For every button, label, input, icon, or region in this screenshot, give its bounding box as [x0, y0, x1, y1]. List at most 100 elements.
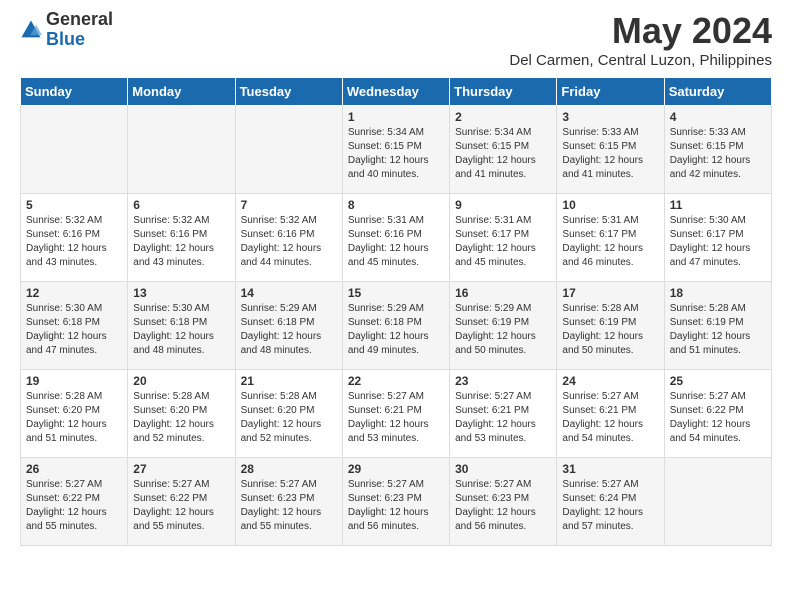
calendar-cell-w1-d0: [21, 106, 128, 194]
calendar-cell-w1-d1: [128, 106, 235, 194]
calendar-cell-w2-d1: 6 Sunrise: 5:32 AMSunset: 6:16 PMDaylight…: [128, 194, 235, 282]
calendar-cell-w3-d6: 18Sunrise: 5:28 AMSunset: 6:19 PMDayligh…: [664, 282, 771, 370]
day-number: 21: [241, 374, 337, 388]
day-info: Sunrise: 5:27 AMSunset: 6:23 PMDaylight:…: [348, 478, 444, 534]
day-number: 12: [26, 286, 122, 300]
calendar-cell-w2-d2: 7Sunrise: 5:32 AMSunset: 6:16 PMDaylight…: [235, 194, 342, 282]
calendar-cell-w1-d2: [235, 106, 342, 194]
header-sunday: Sunday: [21, 78, 128, 106]
day-info: Sunrise: 5:33 AMSunset: 6:15 PMDaylight:…: [670, 126, 766, 182]
week-row-1: 1 Sunrise: 5:34 AMSunset: 6:15 PMDaylight…: [21, 106, 772, 194]
calendar-cell-w3-d3: 15Sunrise: 5:29 AMSunset: 6:18 PMDayligh…: [342, 282, 449, 370]
title-section: May 2024 Del Carmen, Central Luzon, Phil…: [509, 10, 772, 69]
calendar-cell-w4-d4: 23Sunrise: 5:27 AMSunset: 6:21 PMDayligh…: [450, 370, 557, 458]
calendar-cell-w1-d6: 4Sunrise: 5:33 AMSunset: 6:15 PMDaylight…: [664, 106, 771, 194]
calendar-cell-w3-d5: 17Sunrise: 5:28 AMSunset: 6:19 PMDayligh…: [557, 282, 664, 370]
day-info: Sunrise: 5:27 AMSunset: 6:21 PMDaylight:…: [348, 390, 444, 446]
day-number: 20: [133, 374, 229, 388]
day-number: 13: [133, 286, 229, 300]
day-number: 9: [455, 198, 551, 212]
day-info: Sunrise: 5:30 AMSunset: 6:18 PMDaylight:…: [26, 302, 122, 358]
day-number: 25: [670, 374, 766, 388]
calendar-cell-w2-d5: 10Sunrise: 5:31 AMSunset: 6:17 PMDayligh…: [557, 194, 664, 282]
day-number: 26: [26, 462, 122, 476]
day-number: 18: [670, 286, 766, 300]
day-number: 16: [455, 286, 551, 300]
calendar-cell-w4-d0: 19Sunrise: 5:28 AMSunset: 6:20 PMDayligh…: [21, 370, 128, 458]
day-info: Sunrise: 5:27 AMSunset: 6:24 PMDaylight:…: [562, 478, 658, 534]
week-row-3: 12 Sunrise: 5:30 AMSunset: 6:18 PMDayligh…: [21, 282, 772, 370]
day-info: Sunrise: 5:29 AMSunset: 6:18 PMDaylight:…: [241, 302, 337, 358]
location-subtitle: Del Carmen, Central Luzon, Philippines: [509, 52, 772, 69]
day-number: 2: [455, 110, 551, 124]
day-number: 5: [26, 198, 122, 212]
page-header: General Blue May 2024 Del Carmen, Centra…: [20, 10, 772, 69]
logo-blue: Blue: [46, 30, 113, 50]
calendar-cell-w2-d6: 11 Sunrise: 5:30 AMSunset: 6:17 PMDayligh…: [664, 194, 771, 282]
day-info: Sunrise: 5:34 AMSunset: 6:15 PMDaylight:…: [348, 126, 444, 182]
day-info: Sunrise: 5:32 AMSunset: 6:16 PMDaylight:…: [133, 214, 229, 270]
calendar-cell-w4-d2: 21Sunrise: 5:28 AMSunset: 6:20 PMDayligh…: [235, 370, 342, 458]
day-info: Sunrise: 5:31 AMSunset: 6:17 PMDaylight:…: [562, 214, 658, 270]
calendar-cell-w4-d6: 25 Sunrise: 5:27 AMSunset: 6:22 PMDayligh…: [664, 370, 771, 458]
day-info: Sunrise: 5:33 AMSunset: 6:15 PMDaylight:…: [562, 126, 658, 182]
calendar-cell-w2-d4: 9 Sunrise: 5:31 AMSunset: 6:17 PMDaylight…: [450, 194, 557, 282]
calendar-cell-w2-d0: 5 Sunrise: 5:32 AMSunset: 6:16 PMDaylight…: [21, 194, 128, 282]
day-info: Sunrise: 5:32 AMSunset: 6:16 PMDaylight:…: [26, 214, 122, 270]
day-info: Sunrise: 5:31 AMSunset: 6:17 PMDaylight:…: [455, 214, 551, 270]
logo-text: General Blue: [46, 10, 113, 50]
week-row-5: 26 Sunrise: 5:27 AMSunset: 6:22 PMDayligh…: [21, 458, 772, 546]
day-number: 17: [562, 286, 658, 300]
calendar-table: Sunday Monday Tuesday Wednesday Thursday…: [20, 77, 772, 546]
header-row: Sunday Monday Tuesday Wednesday Thursday…: [21, 78, 772, 106]
calendar-cell-w5-d1: 27Sunrise: 5:27 AMSunset: 6:22 PMDayligh…: [128, 458, 235, 546]
calendar-cell-w1-d5: 3 Sunrise: 5:33 AMSunset: 6:15 PMDaylight…: [557, 106, 664, 194]
logo-icon: [20, 19, 42, 41]
day-number: 14: [241, 286, 337, 300]
day-number: 6: [133, 198, 229, 212]
day-number: 1: [348, 110, 444, 124]
day-info: Sunrise: 5:30 AMSunset: 6:18 PMDaylight:…: [133, 302, 229, 358]
header-tuesday: Tuesday: [235, 78, 342, 106]
day-info: Sunrise: 5:29 AMSunset: 6:18 PMDaylight:…: [348, 302, 444, 358]
calendar-cell-w3-d0: 12 Sunrise: 5:30 AMSunset: 6:18 PMDayligh…: [21, 282, 128, 370]
header-thursday: Thursday: [450, 78, 557, 106]
day-info: Sunrise: 5:28 AMSunset: 6:20 PMDaylight:…: [133, 390, 229, 446]
calendar-cell-w1-d4: 2 Sunrise: 5:34 AMSunset: 6:15 PMDaylight…: [450, 106, 557, 194]
calendar-cell-w3-d1: 13 Sunrise: 5:30 AMSunset: 6:18 PMDayligh…: [128, 282, 235, 370]
calendar-cell-w3-d4: 16Sunrise: 5:29 AMSunset: 6:19 PMDayligh…: [450, 282, 557, 370]
calendar-cell-w2-d3: 8Sunrise: 5:31 AMSunset: 6:16 PMDaylight…: [342, 194, 449, 282]
calendar-cell-w5-d5: 31 Sunrise: 5:27 AMSunset: 6:24 PMDayligh…: [557, 458, 664, 546]
header-monday: Monday: [128, 78, 235, 106]
header-friday: Friday: [557, 78, 664, 106]
day-number: 11: [670, 198, 766, 212]
day-info: Sunrise: 5:30 AMSunset: 6:17 PMDaylight:…: [670, 214, 766, 270]
calendar-cell-w5-d4: 30 Sunrise: 5:27 AMSunset: 6:23 PMDayligh…: [450, 458, 557, 546]
header-saturday: Saturday: [664, 78, 771, 106]
calendar-cell-w4-d1: 20 Sunrise: 5:28 AMSunset: 6:20 PMDayligh…: [128, 370, 235, 458]
calendar-cell-w5-d2: 28 Sunrise: 5:27 AMSunset: 6:23 PMDayligh…: [235, 458, 342, 546]
calendar-cell-w5-d3: 29 Sunrise: 5:27 AMSunset: 6:23 PMDayligh…: [342, 458, 449, 546]
calendar-header: Sunday Monday Tuesday Wednesday Thursday…: [21, 78, 772, 106]
day-info: Sunrise: 5:32 AMSunset: 6:16 PMDaylight:…: [241, 214, 337, 270]
day-info: Sunrise: 5:27 AMSunset: 6:21 PMDaylight:…: [455, 390, 551, 446]
day-info: Sunrise: 5:27 AMSunset: 6:22 PMDaylight:…: [670, 390, 766, 446]
calendar-cell-w5-d6: [664, 458, 771, 546]
day-number: 30: [455, 462, 551, 476]
day-number: 29: [348, 462, 444, 476]
calendar-body: 1 Sunrise: 5:34 AMSunset: 6:15 PMDaylight…: [21, 106, 772, 546]
header-wednesday: Wednesday: [342, 78, 449, 106]
calendar-cell-w4-d3: 22Sunrise: 5:27 AMSunset: 6:21 PMDayligh…: [342, 370, 449, 458]
calendar-cell-w5-d0: 26 Sunrise: 5:27 AMSunset: 6:22 PMDayligh…: [21, 458, 128, 546]
day-number: 3: [562, 110, 658, 124]
day-info: Sunrise: 5:28 AMSunset: 6:20 PMDaylight:…: [26, 390, 122, 446]
day-number: 31: [562, 462, 658, 476]
day-info: Sunrise: 5:27 AMSunset: 6:23 PMDaylight:…: [241, 478, 337, 534]
week-row-2: 5 Sunrise: 5:32 AMSunset: 6:16 PMDaylight…: [21, 194, 772, 282]
day-info: Sunrise: 5:27 AMSunset: 6:22 PMDaylight:…: [26, 478, 122, 534]
day-number: 28: [241, 462, 337, 476]
day-info: Sunrise: 5:27 AMSunset: 6:23 PMDaylight:…: [455, 478, 551, 534]
day-number: 8: [348, 198, 444, 212]
day-info: Sunrise: 5:34 AMSunset: 6:15 PMDaylight:…: [455, 126, 551, 182]
week-row-4: 19Sunrise: 5:28 AMSunset: 6:20 PMDayligh…: [21, 370, 772, 458]
